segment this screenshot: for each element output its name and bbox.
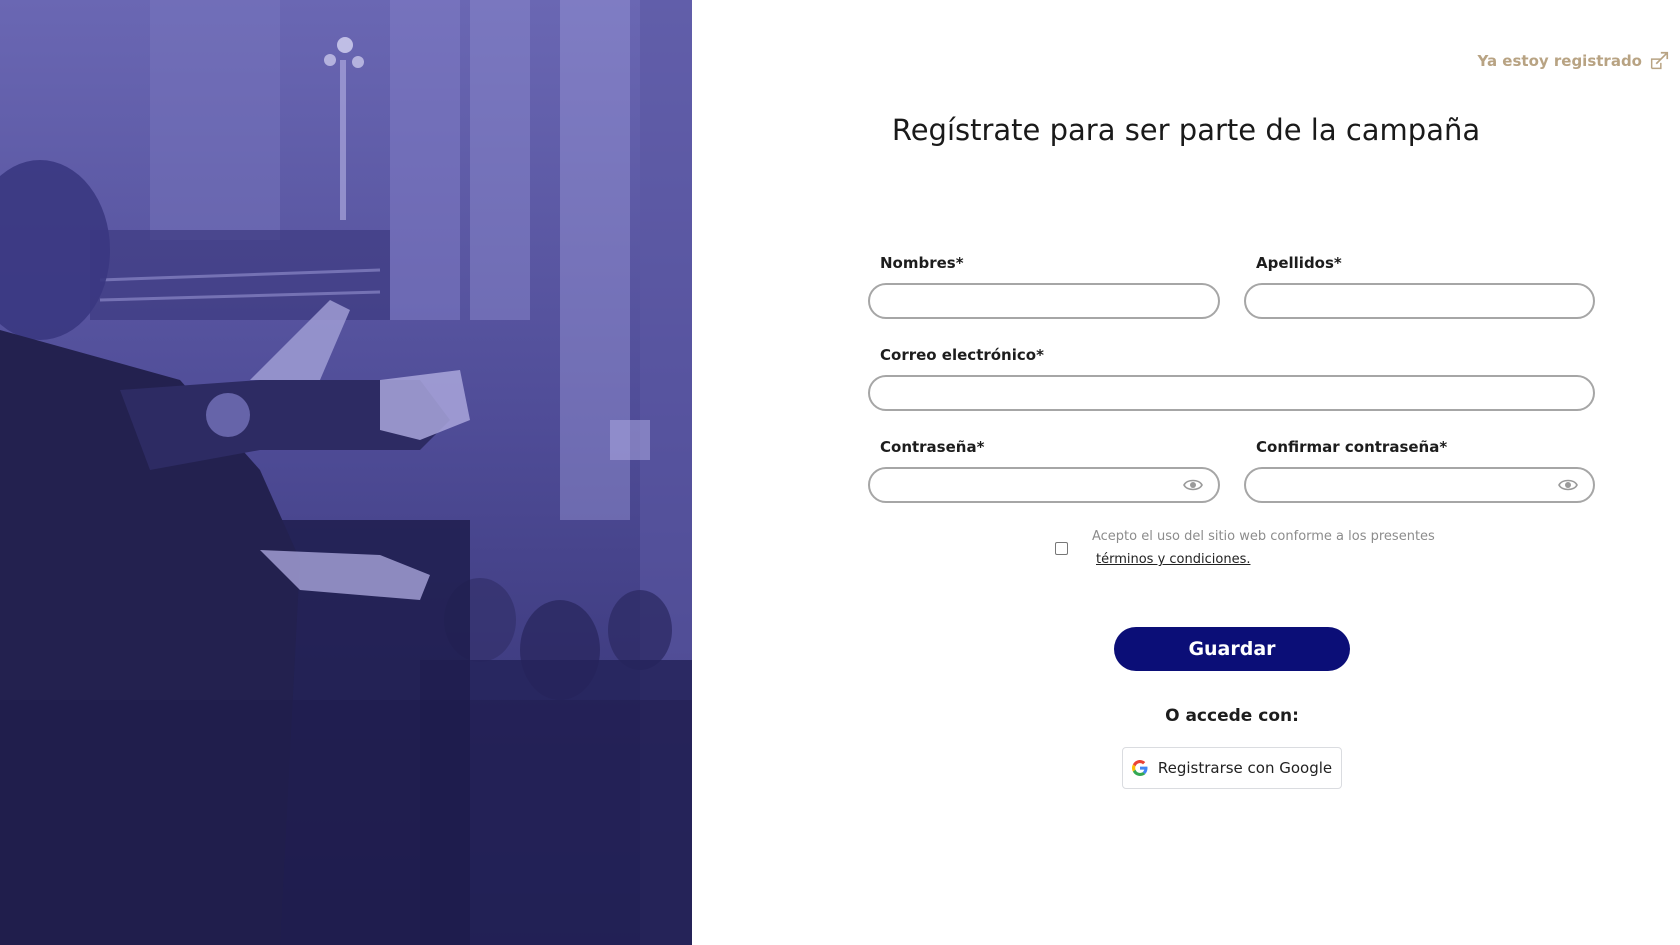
google-icon	[1131, 760, 1148, 776]
password-field[interactable]	[868, 467, 1220, 503]
terms-text: Acepto el uso del sitio web conforme a l…	[1092, 529, 1435, 544]
google-signup-button[interactable]: Registrarse con Google	[1122, 747, 1342, 789]
or-access-label: O accede con:	[1165, 706, 1299, 726]
already-registered-link[interactable]: Ya estoy registrado	[1477, 50, 1670, 72]
hero-image	[0, 0, 692, 945]
first-name-label: Nombres*	[880, 254, 964, 272]
page-title: Regístrate para ser parte de la campaña	[891, 113, 1481, 147]
eye-icon[interactable]	[1558, 478, 1578, 492]
first-name-field[interactable]	[868, 283, 1220, 319]
confirm-password-label: Confirmar contraseña*	[1256, 438, 1448, 456]
email-label: Correo electrónico*	[880, 346, 1044, 364]
hero-photo-illustration	[0, 0, 692, 945]
registration-page: Ya estoy registrado Regístrate para ser …	[0, 0, 1680, 945]
sign-in-icon	[1650, 51, 1669, 70]
save-button[interactable]: Guardar	[1114, 627, 1350, 671]
last-name-field[interactable]	[1244, 283, 1595, 319]
email-field[interactable]	[868, 375, 1595, 411]
terms-link[interactable]: términos y condiciones.	[1096, 552, 1250, 567]
eye-icon[interactable]	[1183, 478, 1203, 492]
password-label: Contraseña*	[880, 438, 985, 456]
already-registered-label: Ya estoy registrado	[1477, 52, 1642, 70]
last-name-label: Apellidos*	[1256, 254, 1342, 272]
terms-checkbox[interactable]	[1055, 542, 1068, 555]
google-button-label: Registrarse con Google	[1157, 759, 1333, 777]
confirm-password-field[interactable]	[1244, 467, 1595, 503]
